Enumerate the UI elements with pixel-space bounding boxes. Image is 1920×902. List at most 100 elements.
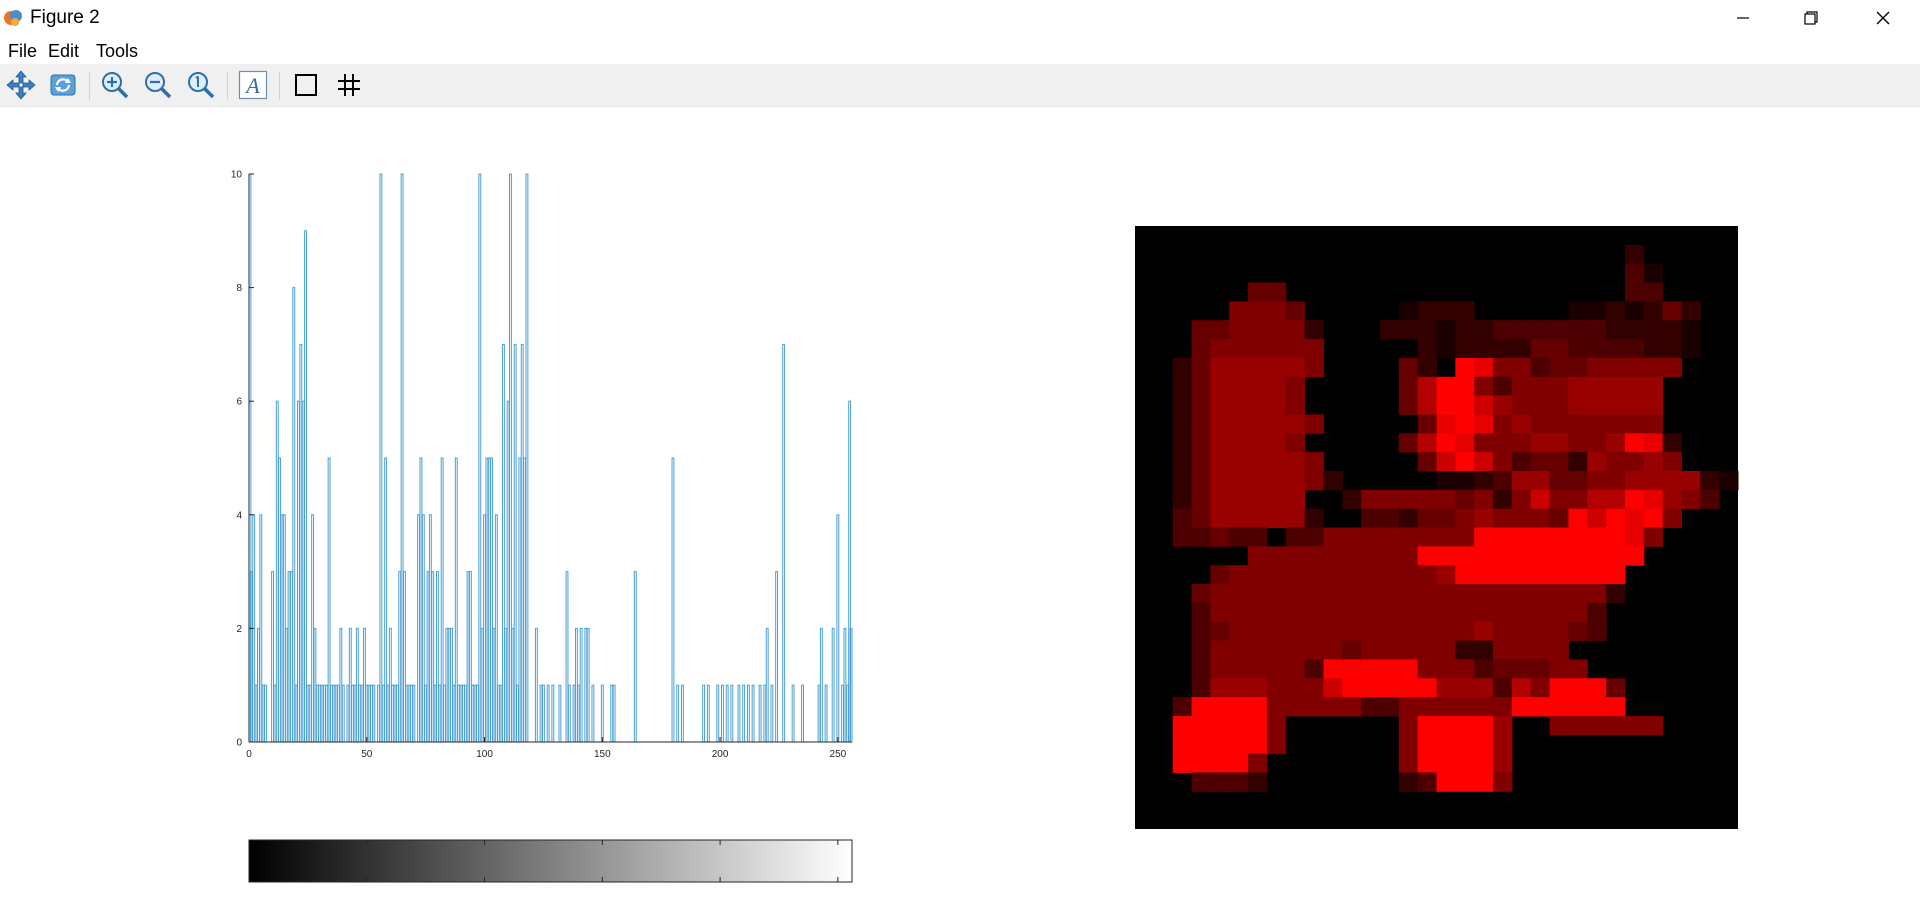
- image-pixel: [1229, 772, 1249, 792]
- menu-tools[interactable]: Tools: [96, 40, 138, 62]
- image-pixel: [1285, 527, 1306, 547]
- image-pixel: [1172, 433, 1193, 453]
- image-pixel: [1549, 339, 1569, 359]
- restore-button[interactable]: [1778, 0, 1844, 36]
- image-pixel: [1304, 452, 1324, 472]
- x-tick-label: 250: [830, 749, 847, 760]
- zoom-reset-icon: [188, 72, 215, 99]
- image-pixel: [1662, 433, 1682, 453]
- text-tool-button[interactable]: A: [236, 68, 270, 102]
- image-pixel: [1643, 452, 1664, 472]
- image-pixel: [1511, 508, 1532, 528]
- image-pixel: [1493, 565, 1513, 585]
- image-pixel: [1417, 527, 1437, 547]
- image-pixel: [1304, 357, 1324, 378]
- image-pixel: [1624, 339, 1645, 359]
- image-pixel: [1398, 697, 1419, 717]
- image-pixel: [1304, 678, 1324, 698]
- close-icon: [1876, 11, 1890, 25]
- image-pixel: [1549, 395, 1569, 415]
- image-pixel: [1210, 584, 1230, 604]
- image-pixel: [1248, 734, 1268, 755]
- image-pixel: [1474, 734, 1494, 755]
- close-button[interactable]: [1850, 0, 1916, 36]
- image-pixel: [1643, 508, 1664, 528]
- image-pixel: [1681, 301, 1701, 321]
- colorbar-gradient: [248, 839, 853, 883]
- image-pixel: [1624, 357, 1645, 378]
- image-pixel: [1511, 395, 1532, 415]
- image-pixel: [1379, 320, 1400, 340]
- image-pixel: [1210, 697, 1230, 717]
- image-pixel: [1229, 414, 1249, 434]
- image-pixel: [1568, 414, 1588, 434]
- image-pixel: [1342, 565, 1362, 585]
- image-pixel: [1248, 395, 1268, 415]
- image-pixel: [1229, 376, 1249, 397]
- image-pixel: [1606, 452, 1626, 472]
- image-pixel: [1587, 678, 1607, 698]
- image-pixel: [1342, 546, 1362, 566]
- image-pixel: [1436, 659, 1456, 679]
- image-pixel: [1624, 489, 1645, 510]
- zoom-in-button[interactable]: [98, 68, 132, 102]
- red-image-axes[interactable]: [1135, 226, 1739, 829]
- grid-button[interactable]: [332, 68, 366, 102]
- pan-button[interactable]: [4, 68, 38, 102]
- image-pixel: [1474, 565, 1494, 585]
- zoom-reset-button[interactable]: [184, 68, 218, 102]
- box-button[interactable]: [289, 68, 323, 102]
- x-tick-label: 100: [476, 749, 493, 760]
- image-pixel: [1436, 508, 1456, 528]
- image-pixel: [1361, 697, 1381, 717]
- image-pixel: [1587, 301, 1607, 321]
- rotate-button[interactable]: [46, 68, 80, 102]
- image-pixel: [1379, 546, 1400, 566]
- image-pixel: [1493, 715, 1513, 736]
- image-pixel: [1191, 753, 1211, 773]
- image-pixel: [1398, 508, 1419, 528]
- image-pixel: [1342, 678, 1362, 698]
- image-pixel: [1304, 659, 1324, 679]
- image-pixel: [1210, 678, 1230, 698]
- image-pixel: [1266, 282, 1287, 302]
- toolbar: A: [0, 64, 1920, 107]
- image-pixel: [1323, 659, 1343, 679]
- image-pixel: [1455, 376, 1475, 397]
- image-pixel: [1417, 546, 1437, 566]
- image-pixel: [1266, 734, 1287, 755]
- image-pixel: [1191, 452, 1211, 472]
- image-pixel: [1248, 414, 1268, 434]
- zoom-out-button[interactable]: [141, 68, 175, 102]
- image-pixel: [1210, 452, 1230, 472]
- image-pixel: [1493, 489, 1513, 510]
- image-pixel: [1643, 282, 1664, 302]
- image-pixel: [1719, 470, 1739, 491]
- menu-file[interactable]: File: [8, 40, 37, 62]
- image-pixel: [1606, 697, 1626, 717]
- image-pixel: [1624, 508, 1645, 528]
- image-pixel: [1606, 320, 1626, 340]
- image-pixel: [1511, 470, 1532, 491]
- image-pixel: [1361, 678, 1381, 698]
- gray-colorbar[interactable]: [248, 839, 853, 883]
- image-pixel: [1549, 584, 1569, 604]
- image-pixel: [1285, 584, 1306, 604]
- image-pixel: [1568, 602, 1588, 623]
- image-pixel: [1266, 565, 1287, 585]
- image-pixel: [1229, 433, 1249, 453]
- histogram-axes[interactable]: 0 50 100 150 200 250 0 2 4 6 8 10: [231, 170, 853, 761]
- image-pixel: [1436, 489, 1456, 510]
- image-pixel: [1493, 640, 1513, 660]
- menu-edit[interactable]: Edit: [48, 40, 79, 62]
- image-pixel: [1417, 697, 1437, 717]
- image-pixel: [1530, 527, 1551, 547]
- image-pixel: [1681, 320, 1701, 340]
- image-pixel: [1229, 301, 1249, 321]
- image-pixel: [1248, 282, 1268, 302]
- image-pixel: [1474, 470, 1494, 491]
- image-pixel: [1474, 697, 1494, 717]
- box-icon: [295, 74, 317, 96]
- minimize-button[interactable]: [1710, 0, 1776, 36]
- image-pixel: [1568, 584, 1588, 604]
